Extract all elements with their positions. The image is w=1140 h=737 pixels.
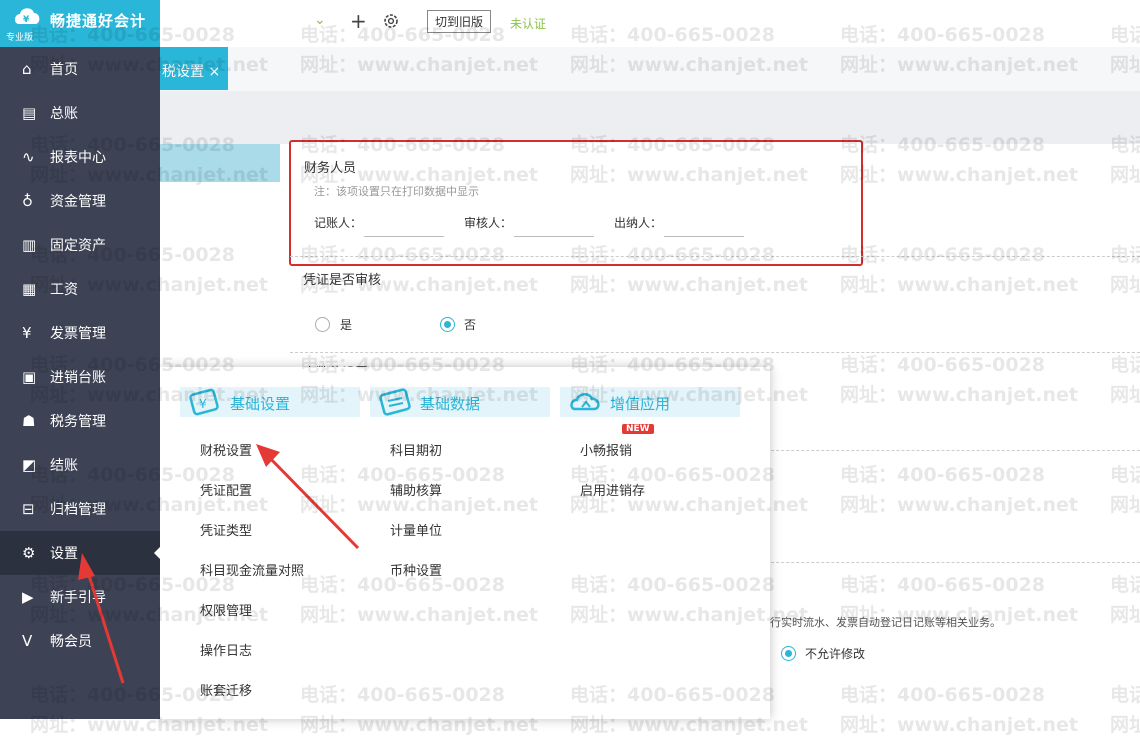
annotation-arrow-to-menu <box>256 444 360 550</box>
annotation-arrows <box>78 444 360 684</box>
annotation-arrow-to-settings <box>78 553 125 684</box>
